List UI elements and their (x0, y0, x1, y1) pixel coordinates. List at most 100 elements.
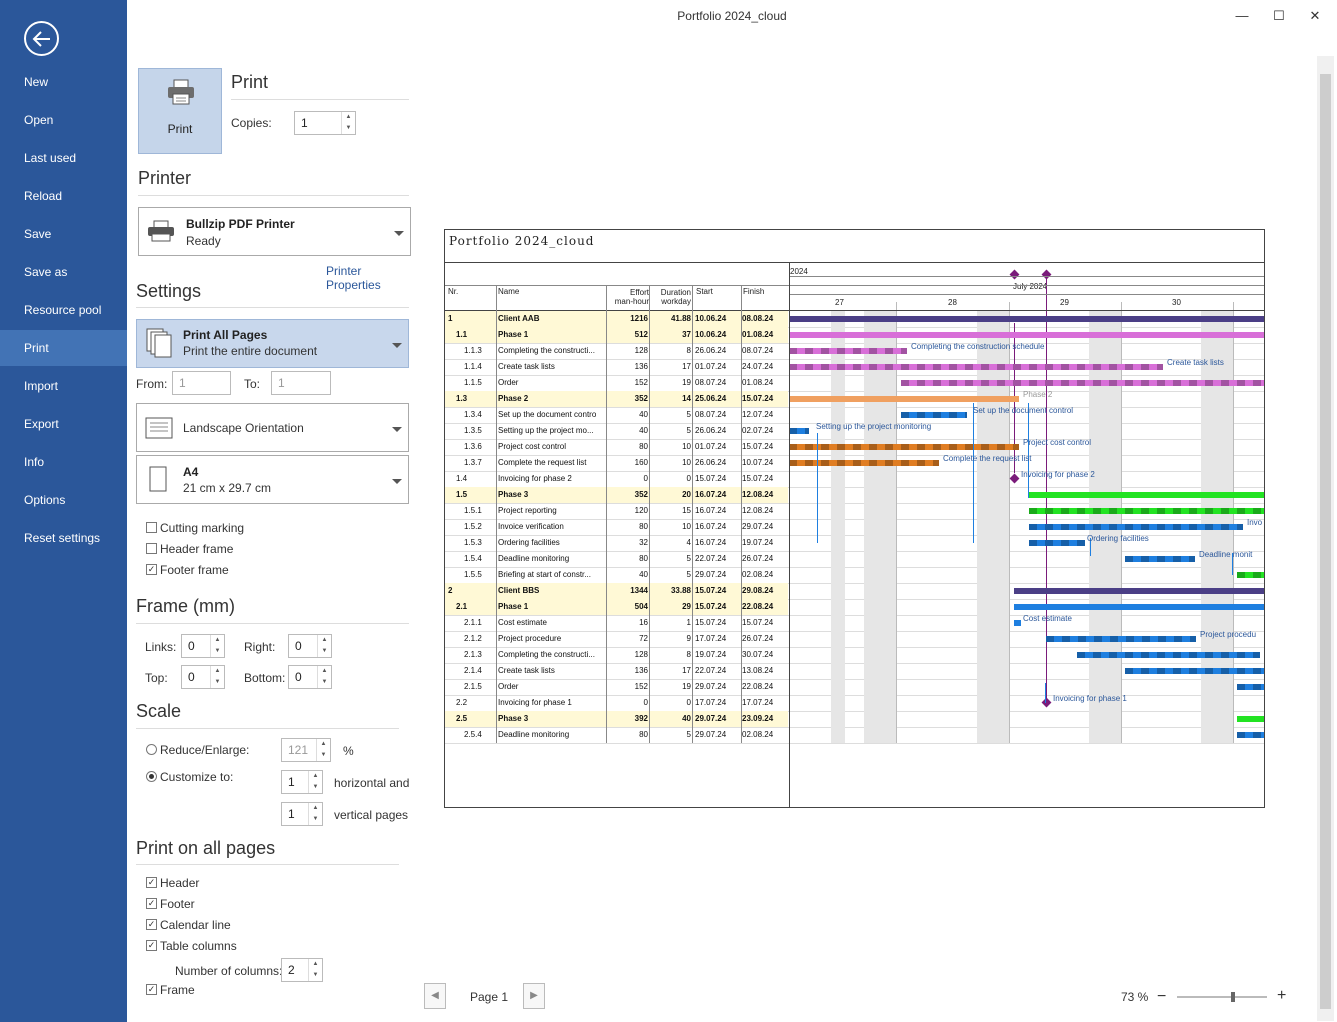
reduce-enlarge-radio[interactable]: Reduce/Enlarge: (146, 743, 249, 757)
nav-resource-pool[interactable]: Resource pool (0, 292, 127, 328)
right-stepper[interactable]: 0 ▲ ▼ (288, 634, 332, 658)
top-value: 0 (188, 670, 195, 684)
back-button[interactable] (24, 21, 59, 56)
links-stepper[interactable]: 0 ▲ ▼ (181, 634, 225, 658)
bar-label: Phase 2 (1023, 390, 1053, 399)
stepper-arrows-icon[interactable]: ▲ ▼ (210, 666, 224, 688)
stepper-arrows-icon[interactable]: ▲ ▼ (341, 112, 355, 134)
vertical-scrollbar[interactable] (1317, 56, 1334, 1021)
number-of-columns-stepper[interactable]: 2 ▲ ▼ (281, 958, 323, 982)
copies-stepper[interactable]: 1 ▲ ▼ (294, 111, 356, 135)
nav-export[interactable]: Export (0, 406, 127, 442)
to-value: 1 (278, 376, 285, 390)
zoom-in-button[interactable]: + (1277, 987, 1286, 1005)
table-cell: 0 (643, 698, 648, 707)
table-cell: 29.07.24 (695, 570, 727, 579)
next-page-button[interactable]: ▶ (523, 983, 545, 1009)
gantt-bar (789, 396, 1019, 402)
customize-to-radio[interactable]: Customize to: (146, 770, 233, 784)
footer-frame-checkbox[interactable]: ✓ Footer frame (146, 563, 229, 577)
nav-save-as[interactable]: Save as (0, 254, 127, 290)
stepper-arrows-icon[interactable]: ▲ ▼ (308, 771, 322, 793)
table-cell: 33.88 (670, 586, 691, 595)
stepper-arrows-icon[interactable]: ▲ ▼ (210, 635, 224, 657)
footer-checkbox[interactable]: ✓ Footer (146, 897, 195, 911)
zoom-out-button[interactable]: − (1157, 988, 1166, 1006)
stepper-arrows-icon[interactable]: ▲ ▼ (317, 666, 331, 688)
nav-info[interactable]: Info (0, 444, 127, 480)
nav-import[interactable]: Import (0, 368, 127, 404)
weekend-shade (831, 311, 845, 743)
table-cell: Invoicing for phase 1 (498, 698, 572, 707)
calendar-line-checkbox[interactable]: ✓ Calendar line (146, 918, 231, 932)
dependency-line (817, 433, 818, 543)
nav-reset-settings[interactable]: Reset settings (0, 520, 127, 556)
table-cell: 0 (686, 698, 691, 707)
table-cell: 32 (639, 538, 648, 547)
top-stepper[interactable]: 0 ▲ ▼ (181, 665, 225, 689)
header-checkbox[interactable]: ✓ Header (146, 876, 199, 890)
gantt-bar (1237, 732, 1264, 738)
bar-label: Create task lists (1167, 358, 1224, 367)
zoom-slider[interactable] (1177, 996, 1267, 998)
gantt-bar (1237, 572, 1264, 578)
stepper-arrows-icon[interactable]: ▲ ▼ (317, 635, 331, 657)
bar-label: Invo (1247, 518, 1263, 527)
table-columns-checkbox[interactable]: ✓ Table columns (146, 939, 237, 953)
weekend-shade (864, 311, 896, 743)
cutting-marking-checkbox[interactable]: Cutting marking (146, 521, 244, 535)
frame-checkbox[interactable]: ✓ Frame (146, 983, 195, 997)
horizontal-pages-stepper[interactable]: 1 ▲ ▼ (281, 770, 323, 794)
header-frame-checkbox[interactable]: Header frame (146, 542, 233, 556)
minimize-button[interactable]: — (1227, 6, 1257, 26)
nav-open[interactable]: Open (0, 102, 127, 138)
stepper-arrows-icon[interactable]: ▲ ▼ (308, 959, 322, 981)
table-cell: 22.07.24 (695, 666, 727, 675)
nav-save[interactable]: Save (0, 216, 127, 252)
dependency-line (1045, 683, 1046, 703)
nav-options[interactable]: Options (0, 482, 127, 518)
printer-select[interactable]: Bullzip PDF Printer Ready (138, 207, 411, 256)
print-button[interactable]: Print (138, 68, 222, 154)
vertical-pages-stepper[interactable]: 1 ▲ ▼ (281, 802, 323, 826)
gantt-bar (789, 428, 809, 434)
table-cell: 01.07.24 (695, 362, 727, 371)
zoom-slider-thumb[interactable] (1230, 992, 1235, 1002)
previous-page-button[interactable]: ◀ (424, 983, 446, 1009)
table-cell: Invoice verification (498, 522, 564, 531)
maximize-button[interactable]: ☐ (1264, 6, 1294, 26)
to-input[interactable]: 1 (271, 371, 331, 395)
table-cell: 512 (634, 330, 648, 339)
printer-properties-link[interactable]: Printer Properties (326, 264, 416, 292)
table-cell: 5 (686, 570, 691, 579)
table-cell: 19.07.24 (695, 650, 727, 659)
nav-last-used[interactable]: Last used (0, 140, 127, 176)
timeline-week-29: 29 (1060, 298, 1069, 307)
close-button[interactable]: ✕ (1300, 6, 1330, 26)
table-cell: Phase 1 (498, 330, 529, 339)
gantt-bar (1029, 540, 1085, 546)
scrollbar-thumb[interactable] (1320, 74, 1331, 1009)
gantt-bar (901, 412, 967, 418)
bar-label: Set up the document control (973, 406, 1074, 415)
bar-label: Project cost control (1023, 438, 1092, 447)
radio-circle (146, 771, 157, 782)
table-cell: Briefing at start of constr... (498, 570, 591, 579)
table-cell: 128 (634, 650, 648, 659)
table-cell: Completing the constructi... (498, 650, 595, 659)
table-cell: 40 (639, 570, 648, 579)
paper-size-select[interactable]: A4 21 cm x 29.7 cm (136, 455, 409, 504)
nav-new[interactable]: New (0, 64, 127, 100)
bottom-value: 0 (295, 670, 302, 684)
table-cell: Invoicing for phase 2 (498, 474, 572, 483)
from-input[interactable]: 1 (172, 371, 231, 395)
orientation-select[interactable]: Landscape Orientation (136, 403, 409, 452)
stepper-arrows-icon[interactable]: ▲ ▼ (316, 739, 330, 761)
nav-print[interactable]: Print (0, 330, 127, 366)
bottom-stepper[interactable]: 0 ▲ ▼ (288, 665, 332, 689)
zoom-level: 73 % (1121, 990, 1149, 1004)
pages-select[interactable]: Print All Pages Print the entire documen… (136, 319, 409, 368)
nav-reload[interactable]: Reload (0, 178, 127, 214)
stepper-arrows-icon[interactable]: ▲ ▼ (308, 803, 322, 825)
reduce-enlarge-stepper[interactable]: 121 ▲ ▼ (281, 738, 331, 762)
